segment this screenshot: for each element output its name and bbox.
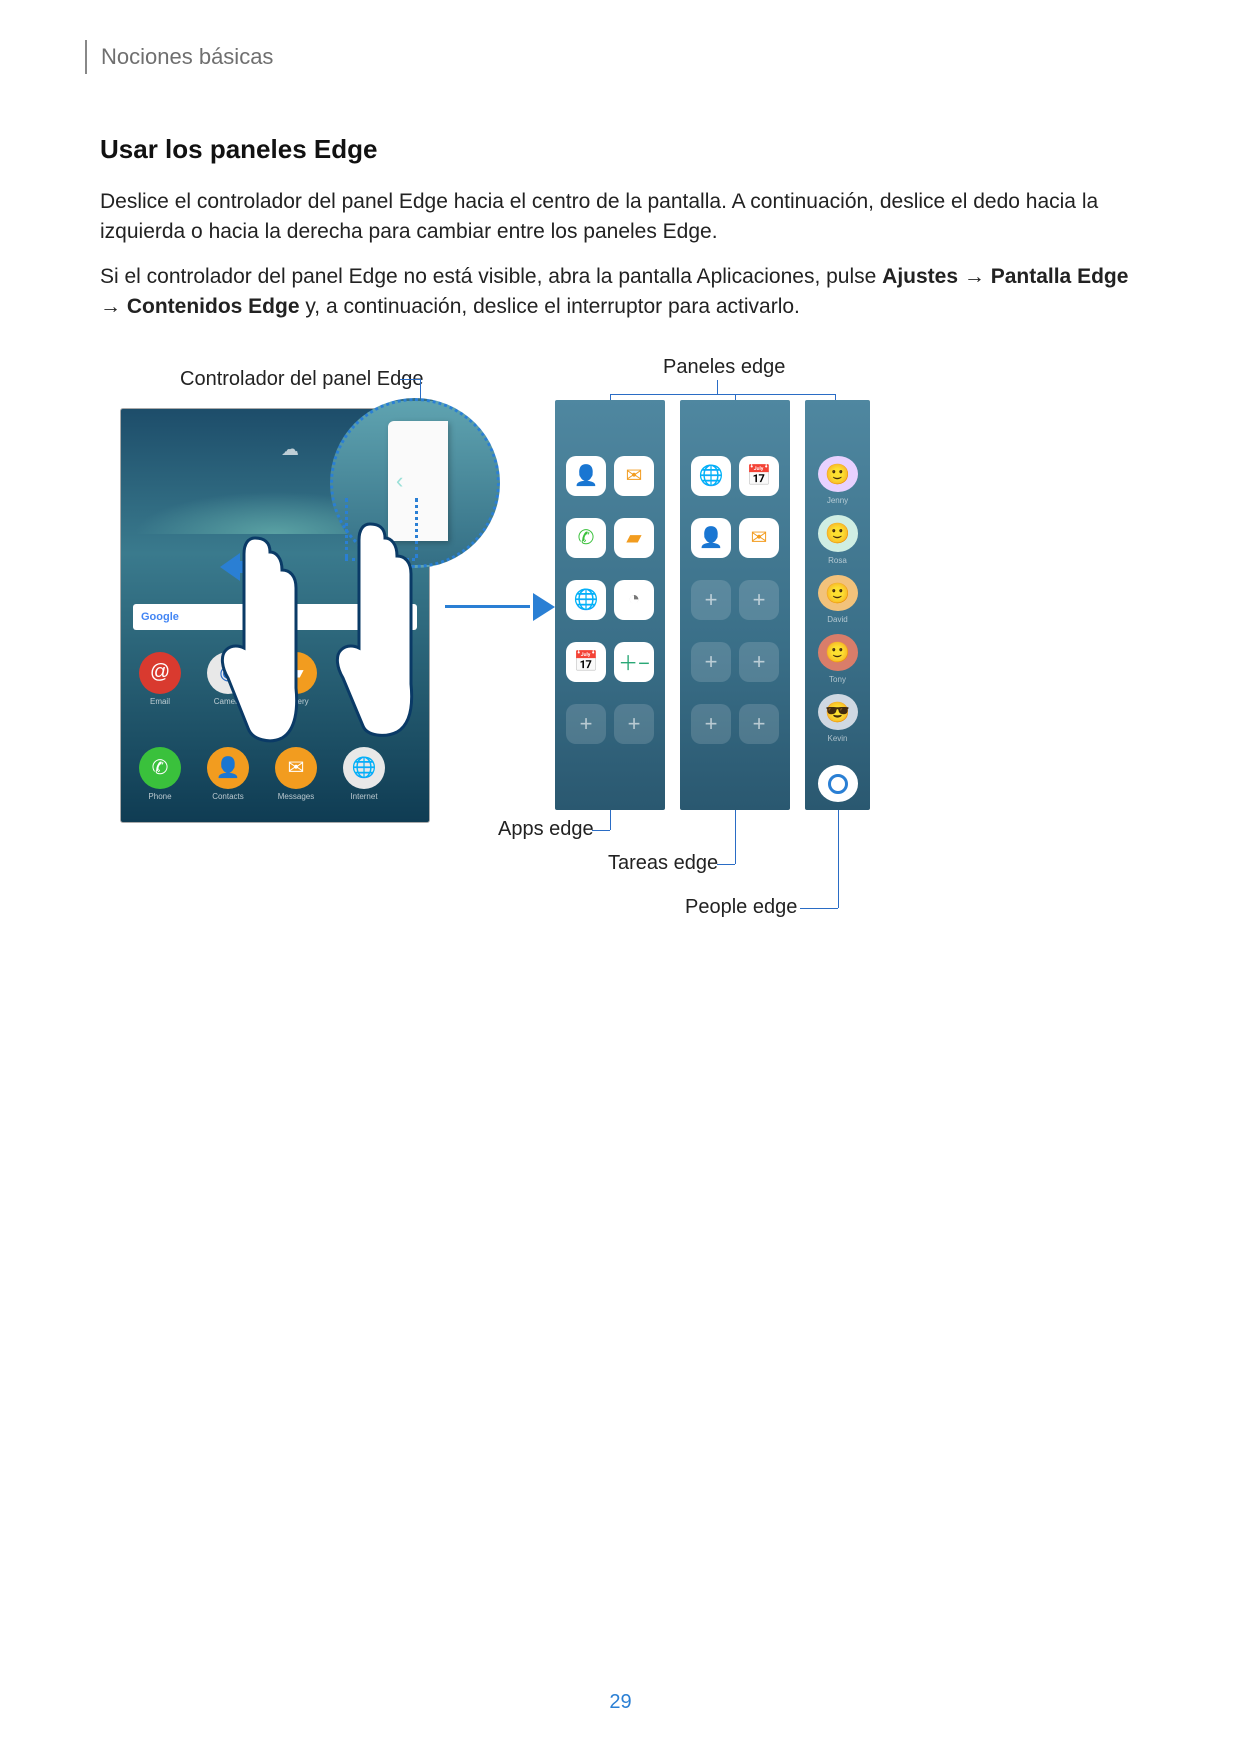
add-slot: + xyxy=(566,704,606,744)
annotation-line xyxy=(735,810,736,864)
add-slot: + xyxy=(691,580,731,620)
app-tile: ▰ xyxy=(614,518,654,558)
paragraph-1: Deslice el controlador del panel Edge ha… xyxy=(100,187,1146,248)
panel-row: 🌐◔ xyxy=(566,580,654,620)
app-tile: 📅 xyxy=(739,456,779,496)
breadcrumb: Nociones básicas xyxy=(85,40,1146,74)
gesture-hand-icon xyxy=(315,518,425,738)
people-edge-panel: 🙂 Jenny 🙂 Rosa 🙂 David 🙂 Tony 😎 Kevin xyxy=(805,400,870,810)
panel-row: ++ xyxy=(691,704,779,744)
annotation-tasks-edge: Tareas edge xyxy=(608,852,718,875)
p2-bold-contenidos: Contenidos Edge xyxy=(127,295,300,318)
panel-row: ++ xyxy=(691,580,779,620)
panel-row: 👤✉ xyxy=(566,456,654,496)
app-icon: ✆Phone xyxy=(139,747,181,801)
panel-row: 👤✉ xyxy=(691,518,779,558)
contact-name: David xyxy=(827,615,847,624)
page-number: 29 xyxy=(0,1691,1241,1714)
contact-avatar: 😎 xyxy=(818,694,858,731)
apps-edge-panel: 👤✉ ✆▰ 🌐◔ 📅＋− ++ xyxy=(555,400,665,810)
app-dock: ✆Phone 👤Contacts ✉Messages 🌐Internet xyxy=(139,747,411,801)
contact-avatar: 🙂 xyxy=(818,456,858,493)
figure: Controlador del panel Edge Paneles edge … xyxy=(100,368,1146,968)
contact-name: Rosa xyxy=(828,556,847,565)
add-slot: + xyxy=(691,704,731,744)
panel-row: 🌐📅 xyxy=(691,456,779,496)
panel-row: 📅＋− xyxy=(566,642,654,682)
google-logo: Google xyxy=(141,611,179,623)
gesture-hand-icon xyxy=(200,528,310,748)
add-slot: + xyxy=(739,580,779,620)
app-tile: 👤 xyxy=(691,518,731,558)
app-tile: ✉ xyxy=(614,456,654,496)
annotation-people-edge: People edge xyxy=(685,896,797,919)
contact-name: Tony xyxy=(829,675,846,684)
annotation-line xyxy=(400,379,420,380)
annotation-line xyxy=(838,810,839,908)
contact-avatar: 🙂 xyxy=(818,634,858,671)
breadcrumb-text: Nociones básicas xyxy=(101,44,273,70)
app-tile: 🌐 xyxy=(566,580,606,620)
app-tile: ✉ xyxy=(739,518,779,558)
annotation-line xyxy=(800,908,838,909)
people-edge-settings-button xyxy=(818,765,858,802)
contact-avatar: 🙂 xyxy=(818,575,858,612)
annotation-line xyxy=(610,810,611,830)
add-slot: + xyxy=(691,642,731,682)
panel-row: ++ xyxy=(691,642,779,682)
app-icon: 🌐Internet xyxy=(343,747,385,801)
add-slot: + xyxy=(739,704,779,744)
annotation-line xyxy=(717,380,718,395)
annotation-controller: Controlador del panel Edge xyxy=(180,368,424,391)
edge-panels-group: 👤✉ ✆▰ 🌐◔ 📅＋− ++ 🌐📅 👤✉ ++ ++ ++ 🙂Jenny🙂Ro… xyxy=(555,400,870,810)
app-tile: 👤 xyxy=(566,456,606,496)
contact-name: Jenny xyxy=(827,496,848,505)
p2-pre: Si el controlador del panel Edge no está… xyxy=(100,265,882,288)
arrow-icon: → xyxy=(100,295,127,318)
app-icon: @Email xyxy=(139,652,181,706)
app-icon: 👤Contacts xyxy=(207,747,249,801)
annotation-apps-edge: Apps edge xyxy=(498,818,594,841)
paragraph-2: Si el controlador del panel Edge no está… xyxy=(100,262,1146,323)
app-tile: 🌐 xyxy=(691,456,731,496)
arrow-icon: → xyxy=(958,265,991,288)
transition-arrow-icon xyxy=(445,593,555,621)
app-tile: ✆ xyxy=(566,518,606,558)
tasks-edge-panel: 🌐📅 👤✉ ++ ++ ++ xyxy=(680,400,790,810)
app-tile: ＋− xyxy=(614,642,654,682)
weather-widget-icon: ☁ xyxy=(281,439,321,461)
p2-bold-ajustes: Ajustes xyxy=(882,265,958,288)
contact-avatar: 🙂 xyxy=(818,515,858,552)
section-title: Usar los paneles Edge xyxy=(100,134,1146,165)
annotation-line xyxy=(592,830,610,831)
panel-row: ++ xyxy=(566,704,654,744)
app-icon: ✉Messages xyxy=(275,747,317,801)
add-slot: + xyxy=(739,642,779,682)
contact-name: Kevin xyxy=(827,734,847,743)
annotation-panels: Paneles edge xyxy=(663,356,785,379)
add-slot: + xyxy=(614,704,654,744)
p2-post: y, a continuación, deslice el interrupto… xyxy=(300,295,800,318)
p2-bold-pantalla: Pantalla Edge xyxy=(991,265,1129,288)
app-tile: 📅 xyxy=(566,642,606,682)
panel-row: ✆▰ xyxy=(566,518,654,558)
annotation-line xyxy=(717,864,735,865)
annotation-line xyxy=(610,394,835,395)
app-tile: ◔ xyxy=(614,580,654,620)
